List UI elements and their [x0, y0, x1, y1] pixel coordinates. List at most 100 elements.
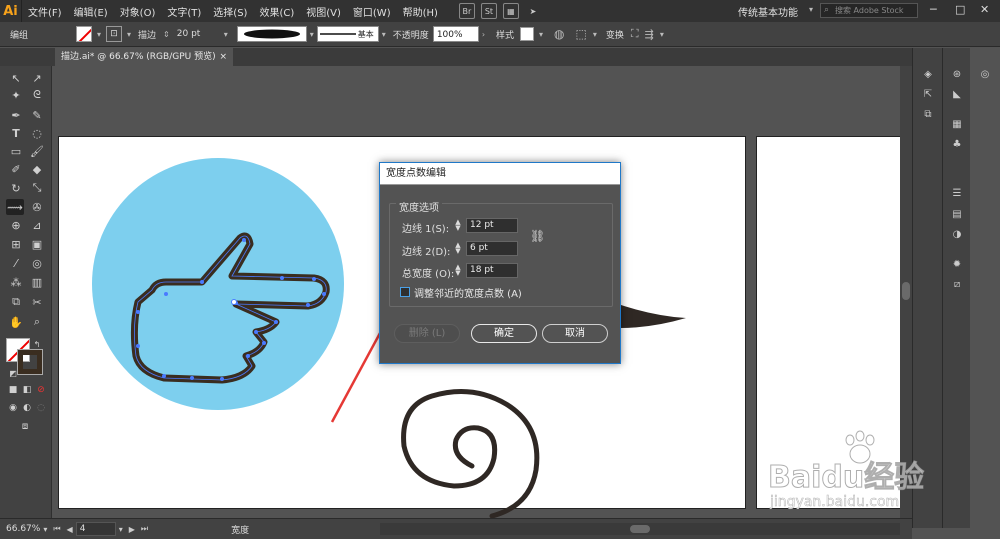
rotate-tool-icon[interactable]: ↻	[7, 180, 25, 196]
scale-tool-icon[interactable]: ⤡	[28, 180, 46, 196]
stock-icon[interactable]: St	[480, 3, 497, 19]
workspace-switcher[interactable]: 传统基本功能	[738, 4, 798, 19]
color-guide-icon[interactable]: ◣	[949, 86, 965, 102]
paintbrush-tool-icon[interactable]: 🖌	[28, 143, 46, 159]
menu-type[interactable]: 文字(T)	[161, 4, 207, 19]
align-icon[interactable]: ⬚	[576, 27, 587, 41]
last-artboard-icon[interactable]: ⏭	[141, 524, 148, 534]
menu-help[interactable]: 帮助(H)	[397, 4, 444, 19]
type-tool-icon[interactable]: T	[7, 125, 25, 141]
mesh-tool-icon[interactable]: ⊞	[7, 236, 25, 252]
blend-tool-icon[interactable]: ◎	[28, 255, 46, 271]
opacity-chevron-icon[interactable]: ›	[482, 30, 485, 39]
send-icon[interactable]: ➤	[525, 3, 541, 19]
prev-artboard-icon[interactable]: ◀	[67, 525, 73, 534]
gradient-tool-icon[interactable]: ▣	[28, 236, 46, 252]
stroke-spinner-icon[interactable]: ⇕	[163, 30, 170, 39]
side1-input[interactable]: 12 pt	[466, 218, 518, 233]
spiral-stroke[interactable]	[401, 389, 540, 518]
minimize-icon[interactable]: ─	[930, 3, 937, 16]
horizontal-scrollbar[interactable]	[380, 523, 900, 535]
brush-chevron-icon[interactable]: ▾	[382, 30, 386, 39]
artboard-number-input[interactable]: 4	[75, 522, 116, 536]
direct-selection-tool-icon[interactable]: ↗	[28, 70, 46, 86]
hand-tool-icon[interactable]: ✋	[7, 314, 25, 330]
document-tab[interactable]: 描边.ai* @ 66.67% (RGB/GPU 预览) ×	[55, 48, 233, 66]
symbol-sprayer-tool-icon[interactable]: ⁂	[7, 274, 25, 290]
column-graph-tool-icon[interactable]: ▥	[28, 274, 46, 290]
link-sides-icon[interactable]: ⛓	[530, 229, 545, 243]
draw-inside-icon[interactable]: ◌	[32, 400, 50, 416]
graphic-style-swatch[interactable]	[520, 27, 535, 41]
next-artboard-icon[interactable]: ▶	[129, 525, 135, 534]
stock-search-input[interactable]: ⌕ 搜索 Adobe Stock	[820, 3, 918, 18]
stroke-weight-value[interactable]: 20 pt	[177, 29, 217, 39]
blue-circle[interactable]	[92, 158, 344, 410]
opacity-input[interactable]: 100%	[432, 26, 479, 42]
close-window-icon[interactable]: ✕	[980, 3, 989, 16]
ok-button[interactable]: 确定	[471, 324, 537, 343]
stroke-chevron-icon[interactable]: ▾	[127, 30, 131, 39]
horizontal-scroll-thumb[interactable]	[630, 525, 650, 533]
curvature-tool-icon[interactable]: ✎	[28, 107, 46, 123]
artboards-panel-icon[interactable]: ⧉	[920, 106, 936, 122]
transparency-panel-icon[interactable]: ◑	[949, 226, 965, 242]
workspace-chevron-icon[interactable]: ▾	[809, 5, 813, 14]
selection-tool-icon[interactable]: ↖	[7, 70, 25, 86]
appearance-panel-icon[interactable]: ✹	[949, 256, 965, 272]
eyedropper-tool-icon[interactable]: ⁄	[7, 255, 25, 271]
menu-window[interactable]: 窗口(W)	[347, 4, 397, 19]
bridge-icon[interactable]: Br	[458, 3, 475, 19]
side2-spinner-icon[interactable]: ▲ ▼	[453, 242, 463, 255]
recolor-icon[interactable]: ◍	[554, 27, 564, 41]
line-tool-icon[interactable]: ◌	[28, 125, 46, 141]
perspective-grid-tool-icon[interactable]: ⊿	[28, 217, 46, 233]
menu-effect[interactable]: 效果(C)	[253, 4, 300, 19]
cancel-button[interactable]: 取消	[542, 324, 608, 343]
artboard-chevron-icon[interactable]: ▾	[119, 525, 123, 534]
arrange-icon[interactable]: ⇶	[645, 28, 654, 41]
menu-file[interactable]: 文件(F)	[22, 4, 68, 19]
stroke-panel-icon[interactable]: ☰	[949, 185, 965, 201]
zoom-chevron-icon[interactable]: ▾	[43, 525, 47, 534]
fill-chevron-icon[interactable]: ▾	[97, 30, 101, 39]
layers-panel-icon[interactable]: ◈	[920, 66, 936, 82]
none-mode-icon[interactable]: ⊘	[32, 382, 50, 398]
close-tab-icon[interactable]: ×	[219, 48, 227, 66]
graphic-styles-panel-icon[interactable]: ⧄	[949, 276, 965, 292]
menu-view[interactable]: 视图(V)	[300, 4, 347, 19]
isolate-icon[interactable]: ⛶	[631, 27, 639, 41]
adjust-adjoining-checkbox[interactable]	[400, 287, 410, 297]
width-profile-chevron-icon[interactable]: ▾	[310, 30, 314, 39]
export-panel-icon[interactable]: ⇱	[920, 86, 936, 102]
fill-swatch[interactable]	[76, 26, 92, 42]
zoom-tool-icon[interactable]: ⌕	[28, 314, 46, 330]
align-chevron-icon[interactable]: ▾	[593, 30, 597, 39]
stroke-swatch-icon[interactable]: ⊡	[106, 26, 123, 42]
brushes-panel-icon[interactable]: ▦	[949, 116, 965, 132]
menu-edit[interactable]: 编辑(E)	[68, 4, 114, 19]
default-colors-icon[interactable]: ◩	[4, 365, 22, 381]
vertical-scroll-thumb[interactable]	[902, 282, 910, 300]
width-tool-icon[interactable]: ⟿	[6, 199, 24, 215]
zoom-level[interactable]: 66.67%	[6, 524, 40, 534]
total-width-spinner-icon[interactable]: ▲ ▼	[453, 264, 463, 277]
artboard-tool-icon[interactable]: ⧉	[7, 294, 25, 310]
delete-button[interactable]: 删除 (L)	[394, 324, 460, 343]
shape-builder-tool-icon[interactable]: ⊕	[7, 217, 25, 233]
first-artboard-icon[interactable]: ⏮	[53, 524, 60, 534]
arrange-documents-icon[interactable]: ▦	[502, 3, 519, 19]
libraries-panel-icon[interactable]: ◎	[977, 66, 993, 82]
lasso-tool-icon[interactable]: ᘓ	[28, 87, 46, 103]
width-profile-preview[interactable]	[236, 26, 307, 42]
graphic-style-chevron-icon[interactable]: ▾	[539, 30, 543, 39]
swap-fill-stroke-icon[interactable]: ↰	[28, 336, 46, 352]
shaper-tool-icon[interactable]: ✐	[7, 161, 25, 177]
transform-button[interactable]: 变换	[606, 28, 624, 41]
width-point-handle[interactable]	[231, 299, 237, 305]
slice-tool-icon[interactable]: ✂	[28, 294, 46, 310]
side1-spinner-icon[interactable]: ▲ ▼	[453, 219, 463, 232]
rectangle-tool-icon[interactable]: ▭	[7, 143, 25, 159]
brush-stroke-shape[interactable]	[612, 302, 686, 328]
vertical-scrollbar[interactable]	[900, 66, 912, 518]
